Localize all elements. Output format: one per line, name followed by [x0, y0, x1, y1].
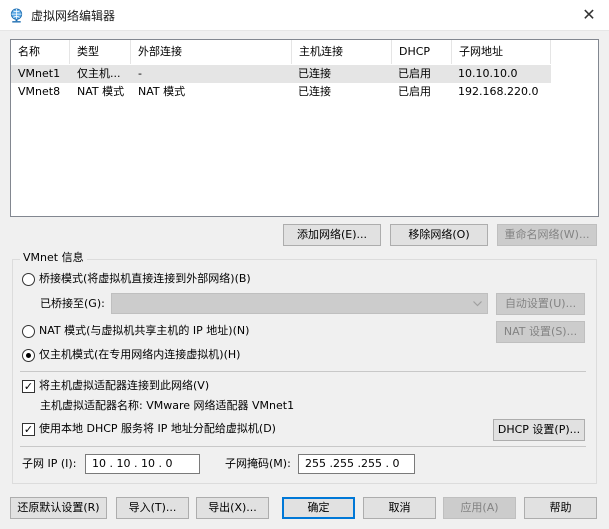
bridged-to-dropdown[interactable]: [111, 293, 488, 314]
restore-defaults-button[interactable]: 还原默认设置(R): [10, 497, 107, 519]
table-cell: 已连接: [298, 67, 331, 80]
column-header-host[interactable]: 主机连接: [292, 40, 392, 64]
table-cell: NAT 模式: [138, 85, 186, 98]
network-globe-icon: [10, 8, 23, 23]
nat-settings-button[interactable]: NAT 设置(S)...: [496, 321, 585, 343]
export-button[interactable]: 导出(X)...: [196, 497, 269, 519]
connect-adapter-checkbox[interactable]: ✓: [22, 380, 35, 393]
bridge-mode-label[interactable]: 桥接模式(将虚拟机直接连接到外部网络)(B): [39, 271, 251, 287]
subnet-ip-label: 子网 IP (I):: [22, 457, 77, 470]
title-bar[interactable]: 虚拟网络编辑器 ✕: [0, 0, 609, 31]
table-cell: 已启用: [398, 67, 431, 80]
dhcp-settings-button[interactable]: DHCP 设置(P)...: [493, 419, 585, 441]
divider: [20, 446, 586, 447]
close-icon[interactable]: ✕: [580, 6, 598, 24]
chevron-down-icon: [473, 301, 482, 307]
table-cell: 已连接: [298, 85, 331, 98]
apply-button[interactable]: 应用(A): [443, 497, 516, 519]
column-header-subnet[interactable]: 子网地址: [452, 40, 551, 64]
host-only-mode-radio[interactable]: [22, 349, 35, 362]
subnet-ip-input[interactable]: 10 . 10 . 10 . 0: [85, 454, 200, 474]
rename-network-button[interactable]: 重命名网络(W)...: [497, 224, 597, 246]
column-header-name[interactable]: 名称: [11, 40, 70, 64]
connect-adapter-label[interactable]: 将主机虚拟适配器连接到此网络(V): [39, 378, 209, 394]
remove-network-button[interactable]: 移除网络(O): [390, 224, 488, 246]
auto-settings-button[interactable]: 自动设置(U)...: [496, 293, 585, 315]
column-header-external[interactable]: 外部连接: [131, 40, 292, 64]
radio-selected-dot: [26, 353, 31, 358]
table-row[interactable]: VMnet1 仅主机... - 已连接 已启用 10.10.10.0: [11, 65, 551, 83]
host-only-mode-label[interactable]: 仅主机模式(在专用网络内连接虚拟机)(H): [39, 347, 240, 363]
nat-mode-label[interactable]: NAT 模式(与虚拟机共享主机的 IP 地址)(N): [39, 323, 249, 339]
subnet-mask-label: 子网掩码(M):: [225, 457, 291, 470]
add-network-button[interactable]: 添加网络(E)...: [283, 224, 381, 246]
column-header-dhcp[interactable]: DHCP: [392, 40, 452, 64]
vmnet-info-label: VMnet 信息: [20, 251, 87, 265]
divider: [20, 371, 586, 372]
cancel-button[interactable]: 取消: [363, 497, 436, 519]
table-cell: VMnet1: [18, 67, 61, 80]
adapter-name-text: 主机虚拟适配器名称: VMware 网络适配器 VMnet1: [40, 399, 295, 412]
table-cell: 192.168.220.0: [458, 85, 539, 98]
use-dhcp-label[interactable]: 使用本地 DHCP 服务将 IP 地址分配给虚拟机(D): [39, 421, 276, 437]
table-cell: 仅主机...: [77, 67, 121, 80]
column-header-type[interactable]: 类型: [70, 40, 131, 64]
window-title: 虚拟网络编辑器: [31, 9, 116, 23]
import-button[interactable]: 导入(T)...: [116, 497, 189, 519]
bridge-mode-radio[interactable]: [22, 273, 35, 286]
table-cell: NAT 模式: [77, 85, 125, 98]
ok-button[interactable]: 确定: [282, 497, 355, 519]
table-cell: 10.10.10.0: [458, 67, 518, 80]
table-cell: -: [138, 67, 142, 80]
table-row[interactable]: VMnet8 NAT 模式 NAT 模式 已连接 已启用 192.168.220…: [11, 83, 551, 101]
use-dhcp-checkbox[interactable]: ✓: [22, 423, 35, 436]
help-button[interactable]: 帮助: [524, 497, 597, 519]
table-cell: VMnet8: [18, 85, 61, 98]
nat-mode-radio[interactable]: [22, 325, 35, 338]
subnet-mask-input[interactable]: 255 .255 .255 . 0: [298, 454, 415, 474]
bridged-to-label: 已桥接至(G):: [40, 297, 105, 310]
table-cell: 已启用: [398, 85, 431, 98]
